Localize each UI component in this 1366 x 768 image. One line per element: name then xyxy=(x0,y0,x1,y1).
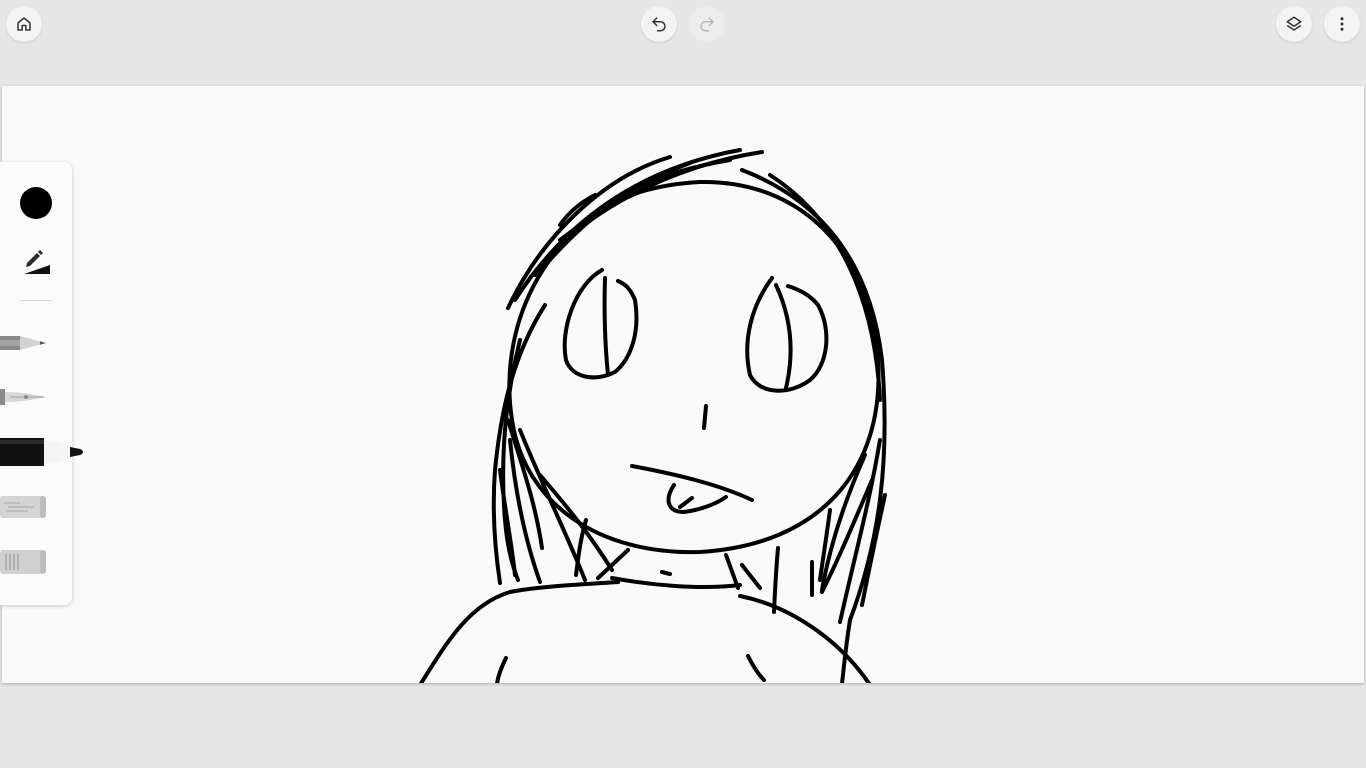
highlighter-tool[interactable] xyxy=(0,493,50,521)
home-button[interactable] xyxy=(6,6,42,42)
edit-size-icon xyxy=(24,250,50,274)
color-picker-button[interactable] xyxy=(20,187,52,219)
eraser-icon xyxy=(0,550,46,574)
more-options-button[interactable] xyxy=(1324,6,1360,42)
pencil-tool[interactable] xyxy=(0,330,50,356)
stroke-size-button[interactable] xyxy=(20,243,52,275)
sketch-drawing xyxy=(418,148,887,683)
drawing-canvas[interactable] xyxy=(2,86,1364,683)
fountain-pen-tool[interactable] xyxy=(0,384,50,410)
redo-button[interactable] xyxy=(689,6,725,42)
tool-divider xyxy=(20,300,52,301)
undo-icon xyxy=(652,17,666,32)
home-icon xyxy=(17,17,31,31)
pencil-icon xyxy=(0,336,46,350)
fountain-pen-icon xyxy=(0,389,46,405)
layers-icon xyxy=(1286,16,1302,31)
layers-button[interactable] xyxy=(1276,6,1312,42)
marker-icon xyxy=(0,438,83,466)
highlighter-icon xyxy=(0,496,46,518)
marker-tool[interactable] xyxy=(0,436,86,468)
eraser-tool[interactable] xyxy=(0,547,50,577)
redo-icon xyxy=(700,17,714,32)
undo-button[interactable] xyxy=(641,6,677,42)
more-vert-icon xyxy=(1340,17,1344,31)
